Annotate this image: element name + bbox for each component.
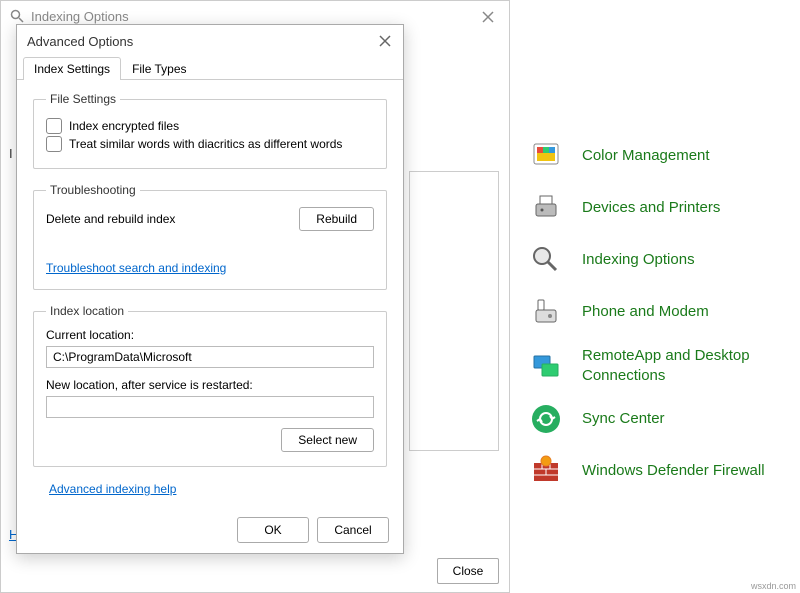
cp-item-phone-modem[interactable]: Phone and Modem: [510, 286, 800, 338]
diacritics-label: Treat similar words with diacritics as d…: [69, 137, 342, 151]
indexing-options-close-icon[interactable]: [473, 5, 503, 29]
index-encrypted-checkbox[interactable]: [46, 118, 62, 134]
current-location-label: Current location:: [46, 328, 374, 342]
sync-center-icon: [528, 401, 564, 437]
tab-file-types[interactable]: File Types: [121, 57, 197, 80]
current-location-field: [46, 346, 374, 368]
cp-label: Color Management: [582, 146, 710, 166]
cp-label: Phone and Modem: [582, 302, 709, 322]
indexing-options-title: Indexing Options: [31, 9, 129, 24]
cp-item-remoteapp[interactable]: RemoteApp and Desktop Connections: [510, 338, 800, 393]
advanced-options-title: Advanced Options: [27, 34, 133, 49]
watermark: wsxdn.com: [751, 581, 796, 591]
advanced-options-close-icon[interactable]: [375, 31, 395, 51]
outer-list-panel: [409, 171, 499, 451]
phone-modem-icon: [528, 294, 564, 330]
control-panel-list: Color Management Devices and Printers In…: [510, 0, 800, 593]
firewall-icon: [528, 453, 564, 489]
advanced-indexing-help-link[interactable]: Advanced indexing help: [49, 482, 176, 496]
cancel-button[interactable]: Cancel: [317, 517, 389, 543]
cp-label: Indexing Options: [582, 250, 695, 270]
file-settings-legend: File Settings: [46, 92, 120, 106]
tab-index-settings[interactable]: Index Settings: [23, 57, 121, 80]
new-location-label: New location, after service is restarted…: [46, 378, 374, 392]
index-location-legend: Index location: [46, 304, 128, 318]
color-management-icon: [528, 138, 564, 174]
magnifier-icon: [9, 8, 25, 24]
remoteapp-icon: [528, 348, 564, 384]
troubleshoot-search-link[interactable]: Troubleshoot search and indexing: [46, 261, 226, 275]
cp-item-color-management[interactable]: Color Management: [510, 130, 800, 182]
cp-label: Sync Center: [582, 409, 665, 429]
indexing-options-icon: [528, 242, 564, 278]
cp-item-devices-printers[interactable]: Devices and Printers: [510, 182, 800, 234]
troubleshooting-legend: Troubleshooting: [46, 183, 140, 197]
select-new-button[interactable]: Select new: [281, 428, 374, 452]
indexing-options-close-button[interactable]: Close: [437, 558, 499, 584]
troubleshooting-group: Troubleshooting Delete and rebuild index…: [33, 183, 387, 290]
cp-item-sync-center[interactable]: Sync Center: [510, 393, 800, 445]
ok-button[interactable]: OK: [237, 517, 309, 543]
cp-label: Devices and Printers: [582, 198, 720, 218]
cp-label: Windows Defender Firewall: [582, 461, 765, 481]
file-settings-group: File Settings Index encrypted files Trea…: [33, 92, 387, 169]
cp-item-windows-defender-firewall[interactable]: Windows Defender Firewall: [510, 445, 800, 497]
tab-bar: Index Settings File Types: [17, 57, 403, 80]
delete-rebuild-label: Delete and rebuild index: [46, 212, 175, 226]
advanced-options-dialog: Advanced Options Index Settings File Typ…: [16, 24, 404, 554]
cp-label: RemoteApp and Desktop Connections: [582, 346, 782, 385]
tab-panel-index-settings: File Settings Index encrypted files Trea…: [17, 80, 403, 504]
cp-item-indexing-options[interactable]: Indexing Options: [510, 234, 800, 286]
new-location-field: [46, 396, 374, 418]
dialog-button-row: OK Cancel: [237, 517, 389, 543]
devices-printers-icon: [528, 190, 564, 226]
rebuild-button[interactable]: Rebuild: [299, 207, 374, 231]
index-location-group: Index location Current location: New loc…: [33, 304, 387, 467]
diacritics-checkbox[interactable]: [46, 136, 62, 152]
outer-label-i: I: [9, 146, 13, 161]
index-encrypted-label: Index encrypted files: [69, 119, 179, 133]
advanced-options-titlebar: Advanced Options: [17, 25, 403, 57]
